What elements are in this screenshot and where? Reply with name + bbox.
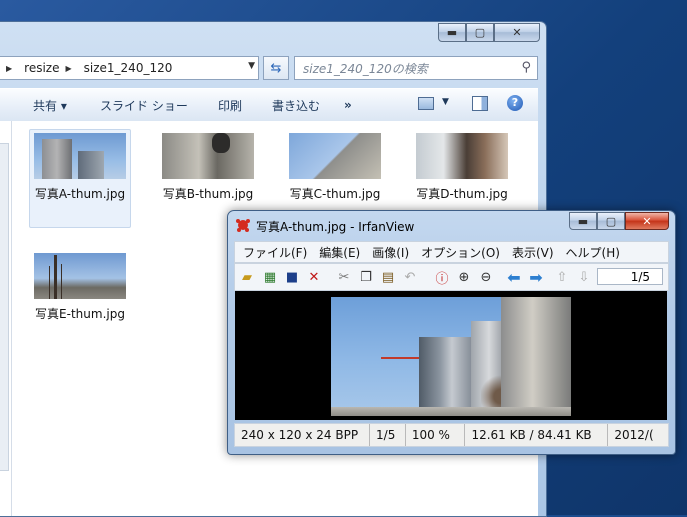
slideshow-button[interactable]: スライド ショー: [100, 97, 188, 114]
displayed-photo: [331, 297, 571, 416]
file-name: 写真E-thum.jpg: [35, 307, 125, 321]
open-folder-icon[interactable]: ▰: [238, 268, 256, 286]
thumbnail-image: [162, 133, 254, 179]
chevron-right-icon: ▶: [6, 63, 13, 73]
first-image-icon[interactable]: ⇧: [553, 268, 571, 286]
status-zoom: 100 %: [406, 424, 466, 446]
navigation-pane: [0, 121, 12, 516]
more-commands-button[interactable]: »: [344, 98, 352, 112]
share-button[interactable]: 共有 ▾: [33, 97, 67, 114]
file-item[interactable]: 写真C-thum.jpg: [285, 133, 385, 202]
photo-tower: [419, 337, 479, 415]
file-item[interactable]: 写真A-thum.jpg: [29, 129, 131, 228]
preview-pane-icon[interactable]: [472, 96, 488, 111]
irfanview-caption-buttons: ▬ ▢ ✕: [569, 212, 669, 230]
irfanview-app-icon[interactable]: [235, 217, 251, 233]
close-button[interactable]: ✕: [494, 23, 540, 42]
file-item[interactable]: 写真D-thum.jpg: [412, 133, 512, 202]
minimize-button[interactable]: ▬: [438, 23, 466, 42]
undo-icon[interactable]: ↶: [401, 268, 419, 286]
file-name: 写真B-thum.jpg: [162, 187, 254, 201]
previous-image-icon[interactable]: ⬅: [505, 268, 523, 287]
chevron-down-icon[interactable]: ▼: [442, 97, 449, 107]
file-name: 写真D-thum.jpg: [416, 187, 508, 201]
last-image-icon[interactable]: ⇩: [575, 268, 593, 286]
address-bar[interactable]: ▶ resize ▶ size1_240_120 ▼: [0, 56, 259, 80]
copy-icon[interactable]: ❐: [357, 268, 375, 286]
breadcrumb-resize[interactable]: resize: [24, 61, 59, 75]
change-view-icon[interactable]: [418, 97, 434, 110]
status-bar: 240 x 120 x 24 BPP 1/5 100 % 12.61 KB / …: [234, 423, 669, 447]
nav-scrollbar[interactable]: [0, 143, 9, 471]
photo-building: [501, 297, 571, 416]
menu-help[interactable]: ヘルプ(H): [566, 244, 620, 261]
irfanview-window: 写真A-thum.jpg - IrfanView ▬ ▢ ✕ ファイル(F) 編…: [227, 210, 676, 455]
menu-bar: ファイル(F) 編集(E) 画像(I) オプション(O) 表示(V) ヘルプ(H…: [234, 241, 669, 263]
photo-ground: [331, 407, 571, 416]
thumbnails-icon[interactable]: ▦: [261, 268, 279, 286]
zoom-out-icon[interactable]: ⊖: [477, 268, 495, 286]
status-date: 2012/(: [614, 428, 654, 442]
print-button[interactable]: 印刷: [218, 97, 242, 114]
status-index: 1/5: [370, 424, 406, 446]
paste-icon[interactable]: ▤: [379, 268, 397, 286]
file-item[interactable]: 写真B-thum.jpg: [158, 133, 258, 202]
toolbar: ▰ ▦ ■ ✕ ✂ ❐ ▤ ↶ ⓘ ⊕ ⊖ ⬅ ➡ ⇧ ⇩ 1/5: [234, 263, 669, 291]
image-viewport[interactable]: [235, 291, 667, 420]
status-file-size: 12.61 KB / 84.41 KB: [465, 424, 609, 446]
chevron-down-icon[interactable]: ▼: [248, 61, 255, 71]
menu-view[interactable]: 表示(V): [512, 244, 554, 261]
breadcrumb-folder[interactable]: size1_240_120: [84, 61, 173, 75]
maximize-button[interactable]: ▢: [597, 212, 625, 230]
cut-icon[interactable]: ✂: [335, 268, 353, 286]
info-icon[interactable]: ⓘ: [433, 268, 451, 287]
search-icon[interactable]: ⚲: [521, 60, 531, 75]
thumbnail-image: [34, 133, 126, 179]
thumbnail-image: [289, 133, 381, 179]
menu-file[interactable]: ファイル(F): [243, 244, 307, 261]
photo-crane: [381, 357, 421, 359]
close-button[interactable]: ✕: [625, 212, 669, 230]
command-bar: 共有 ▾ スライド ショー 印刷 書き込む » ▼ ?: [0, 88, 538, 122]
status-dimensions: 240 x 120 x 24 BPP: [235, 424, 371, 446]
minimize-button[interactable]: ▬: [569, 212, 597, 230]
file-name: 写真A-thum.jpg: [34, 187, 126, 201]
maximize-button[interactable]: ▢: [466, 23, 494, 42]
help-icon[interactable]: ?: [507, 95, 523, 111]
thumbnail-image: [34, 253, 126, 299]
refresh-icon: ⇆: [270, 60, 282, 76]
chevron-right-icon[interactable]: ▶: [65, 64, 71, 73]
zoom-in-icon[interactable]: ⊕: [455, 268, 473, 286]
window-title: 写真A-thum.jpg - IrfanView: [256, 220, 415, 234]
page-indicator: 1/5: [597, 268, 663, 285]
menu-options[interactable]: オプション(O): [421, 244, 500, 261]
file-item[interactable]: 写真E-thum.jpg: [30, 253, 130, 322]
refresh-button[interactable]: ⇆: [263, 56, 289, 80]
file-name: 写真C-thum.jpg: [289, 187, 381, 201]
explorer-caption-buttons: ▬ ▢ ✕: [438, 23, 540, 42]
search-placeholder: size1_240_120の検索: [303, 61, 428, 76]
delete-icon[interactable]: ✕: [305, 268, 323, 286]
next-image-icon[interactable]: ➡: [527, 268, 545, 287]
menu-edit[interactable]: 編集(E): [319, 244, 360, 261]
burn-button[interactable]: 書き込む: [272, 97, 320, 114]
search-input[interactable]: size1_240_120の検索 ⚲: [294, 56, 538, 80]
save-icon[interactable]: ■: [283, 268, 301, 286]
thumbnail-image: [416, 133, 508, 179]
menu-image[interactable]: 画像(I): [372, 244, 409, 261]
